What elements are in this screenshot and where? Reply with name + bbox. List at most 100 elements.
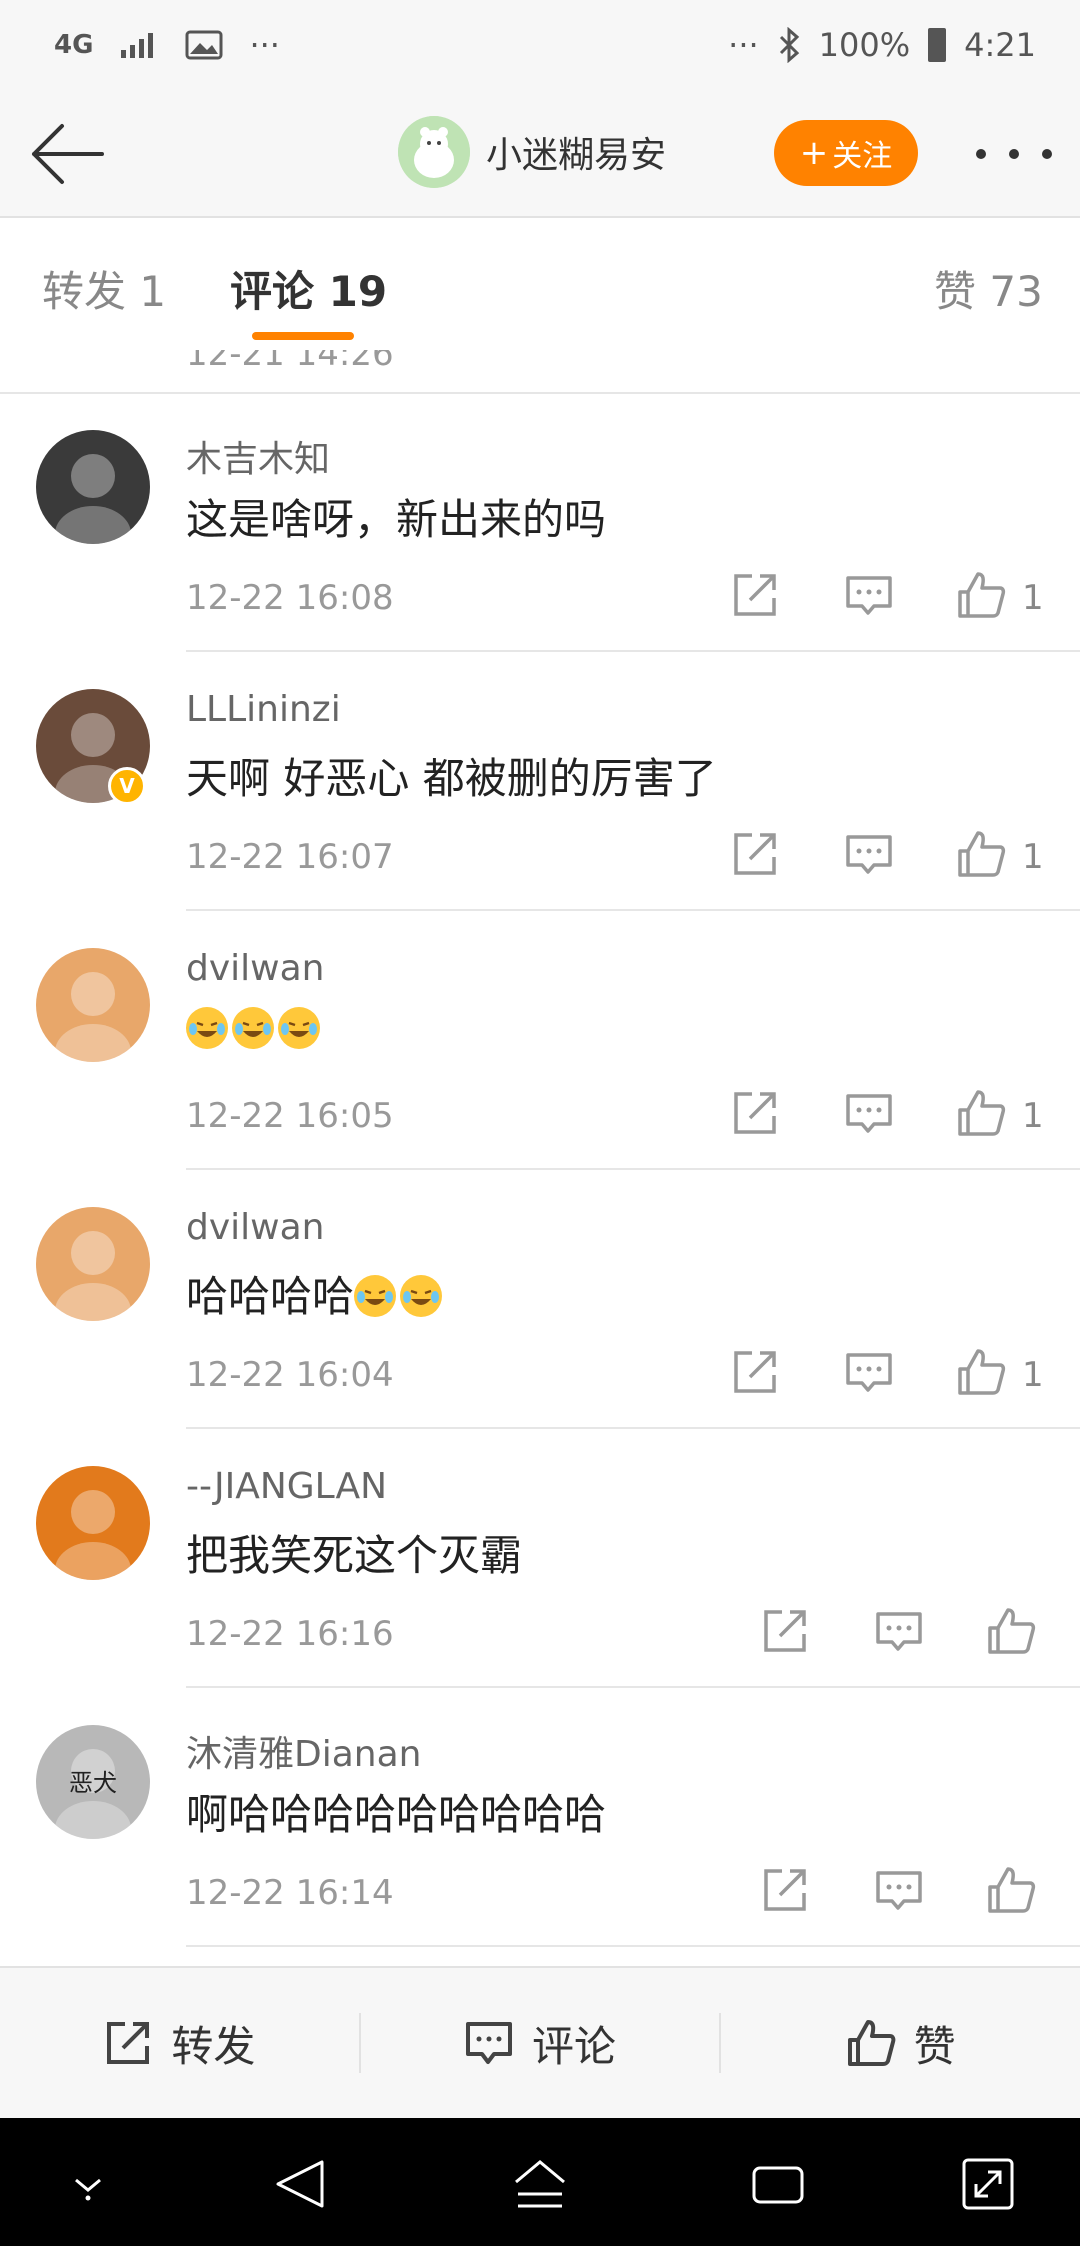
comment-time: 12-21 14:26 xyxy=(186,350,394,374)
thumbs-up-icon[interactable] xyxy=(956,570,1006,620)
reply-icon[interactable] xyxy=(874,1606,924,1656)
home-icon[interactable] xyxy=(510,2154,570,2214)
share-icon[interactable] xyxy=(730,1088,780,1138)
like-count: 1 xyxy=(1022,578,1044,618)
author-name[interactable]: 小迷糊易安 xyxy=(486,126,666,178)
top-app-bar: 小迷糊易安 + 关注 xyxy=(0,90,1080,218)
active-tab-indicator xyxy=(252,332,354,340)
thumbs-up-icon[interactable] xyxy=(986,1606,1036,1656)
thumbs-up-icon[interactable] xyxy=(956,1347,1006,1397)
reply-icon[interactable] xyxy=(844,829,894,879)
recent-apps-icon[interactable] xyxy=(748,2154,808,2214)
comment-list[interactable]: 12-21 14:26 木吉木知这是啥呀，新出来的吗 12-22 16:08 1 V L… xyxy=(0,350,1080,1966)
verified-badge-icon: V xyxy=(108,767,146,805)
follow-button[interactable]: + 关注 xyxy=(774,120,918,186)
more-notifications: ··· xyxy=(249,26,280,64)
signal-icon xyxy=(121,33,154,58)
repost-button[interactable]: 转发 xyxy=(0,2013,359,2074)
share-icon[interactable] xyxy=(760,1606,810,1656)
comment-text: 这是啥呀，新出来的吗 xyxy=(186,495,607,544)
comment-icon xyxy=(466,2022,512,2064)
commenter-name[interactable]: 沐清雅Dianan xyxy=(186,1725,421,1777)
image-icon xyxy=(185,30,223,60)
network-indicator: 4G xyxy=(54,30,94,60)
like-count: 1 xyxy=(1022,1096,1044,1136)
comment-time: 12-22 16:05 xyxy=(186,1096,394,1136)
like-count: 1 xyxy=(1022,837,1044,877)
battery-percent: 100% xyxy=(818,26,911,64)
comment-text: 啊哈哈哈哈哈哈哈哈哈 xyxy=(186,1790,607,1839)
clock: 4:21 xyxy=(964,26,1036,64)
partial-comment-row: 12-21 14:26 xyxy=(0,350,1080,394)
status-bar: 4G ··· ··· 100% 4:21 xyxy=(0,0,1080,90)
tab-comments[interactable]: 评论 19 xyxy=(230,258,387,319)
comment-time: 12-22 16:08 xyxy=(186,578,394,618)
commenter-name[interactable]: dvilwan xyxy=(186,948,324,989)
commenter-avatar[interactable] xyxy=(36,1466,150,1580)
comment-row[interactable]: 木吉木知这是啥呀，新出来的吗 12-22 16:08 1 xyxy=(0,394,1080,652)
reply-icon[interactable] xyxy=(844,1088,894,1138)
comment-time: 12-22 16:04 xyxy=(186,1355,394,1395)
plus-icon: + xyxy=(799,133,829,173)
author-avatar[interactable] xyxy=(398,116,470,188)
laughing-emoji-icon xyxy=(186,1007,228,1049)
commenter-avatar[interactable] xyxy=(36,948,150,1062)
commenter-avatar[interactable]: 恶犬 xyxy=(36,1725,150,1839)
commenter-avatar[interactable] xyxy=(36,430,150,544)
comment-time: 12-22 16:16 xyxy=(186,1614,394,1654)
thumbs-up-icon[interactable] xyxy=(986,1865,1036,1915)
comment-row[interactable]: 恶犬 沐清雅Dianan 啊哈哈哈哈哈哈哈哈哈 12-22 16:14 xyxy=(0,1689,1080,1947)
comment-label: 评论 xyxy=(532,2021,617,2071)
avatar-caption: 恶犬 xyxy=(69,1769,117,1797)
comment-button[interactable]: 评论 xyxy=(361,2013,720,2074)
like-label: 赞 xyxy=(913,2021,956,2071)
share-icon[interactable] xyxy=(730,1347,780,1397)
reply-icon[interactable] xyxy=(874,1865,924,1915)
comment-text: 哈哈哈哈 xyxy=(186,1263,446,1324)
more-options-icon[interactable] xyxy=(976,130,1052,178)
comment-row[interactable]: dvilwan 12-22 16:05 1 xyxy=(0,912,1080,1170)
comment-time: 12-22 16:07 xyxy=(186,837,394,877)
commenter-name[interactable]: LLLininzi xyxy=(186,689,341,730)
follow-label: 关注 xyxy=(832,139,893,174)
commenter-name[interactable]: dvilwan xyxy=(186,1207,324,1248)
back-arrow-icon[interactable] xyxy=(28,118,108,190)
reply-icon[interactable] xyxy=(844,570,894,620)
bottom-action-bar: 转发 评论 赞 xyxy=(0,1966,1080,2118)
tab-likes[interactable]: 赞 73 xyxy=(934,258,1043,319)
laughing-emoji-icon xyxy=(400,1275,443,1317)
commenter-avatar[interactable] xyxy=(36,1207,150,1321)
like-button[interactable]: 赞 xyxy=(721,2013,1080,2074)
share-icon[interactable] xyxy=(730,570,780,620)
share-icon[interactable] xyxy=(730,829,780,879)
repost-label: 转发 xyxy=(171,2021,256,2071)
reply-icon[interactable] xyxy=(844,1347,894,1397)
thumbs-up-icon[interactable] xyxy=(956,1088,1006,1138)
detail-tabs: 转发 1 评论 19 赞 73 xyxy=(0,220,1080,350)
comment-text: 天啊 好恶心 都被删的厉害了 xyxy=(186,754,717,803)
commenter-name[interactable]: --JIANGLAN xyxy=(186,1466,387,1507)
author-chip[interactable]: 小迷糊易安 xyxy=(398,116,666,188)
comment-row[interactable]: --JIANGLAN 把我笑死这个灭霸 12-22 16:16 xyxy=(0,1430,1080,1688)
comment-time: 12-22 16:14 xyxy=(186,1873,394,1913)
hide-keyboard-icon[interactable] xyxy=(58,2154,118,2214)
commenter-name[interactable]: 木吉木知 xyxy=(186,430,330,482)
share-icon[interactable] xyxy=(760,1865,810,1915)
comment-text: 把我笑死这个灭霸 xyxy=(186,1531,523,1580)
thumbs-up-icon xyxy=(847,2020,896,2066)
tab-repost[interactable]: 转发 1 xyxy=(42,258,166,319)
bluetooth-icon xyxy=(779,27,799,63)
system-nav-bar xyxy=(0,2118,1080,2246)
comment-row[interactable]: V LLLininzi 天啊 好恶心 都被删的厉害了 12-22 16:07 1 xyxy=(0,653,1080,911)
back-triangle-icon[interactable] xyxy=(270,2154,330,2214)
share-icon xyxy=(107,2022,150,2064)
comment-row[interactable]: dvilwan 哈哈哈哈 12-22 16:04 1 xyxy=(0,1171,1080,1429)
like-count: 1 xyxy=(1022,1355,1044,1395)
status-dots: ··· xyxy=(728,26,759,64)
comment-text xyxy=(186,1004,324,1053)
laughing-emoji-icon xyxy=(232,1007,274,1049)
thumbs-up-icon[interactable] xyxy=(956,829,1006,879)
laughing-emoji-icon xyxy=(278,1007,320,1049)
laughing-emoji-icon xyxy=(354,1275,397,1317)
expand-icon[interactable] xyxy=(958,2154,1018,2214)
